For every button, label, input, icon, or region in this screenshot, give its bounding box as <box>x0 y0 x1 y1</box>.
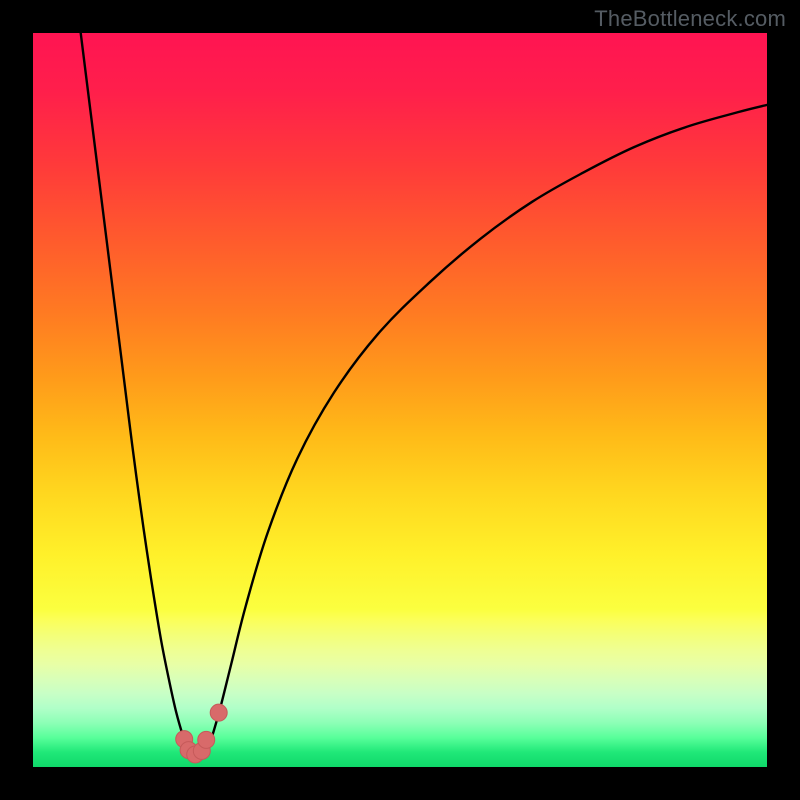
marker-iso-right <box>210 704 227 721</box>
curve-right-branch <box>205 105 767 750</box>
curve-layer <box>33 33 767 767</box>
plot-area <box>33 33 767 767</box>
curve-left-branch <box>81 33 191 751</box>
chart-frame: TheBottleneck.com <box>0 0 800 800</box>
marker-min-right-2 <box>198 731 215 748</box>
watermark-text: TheBottleneck.com <box>594 6 786 32</box>
